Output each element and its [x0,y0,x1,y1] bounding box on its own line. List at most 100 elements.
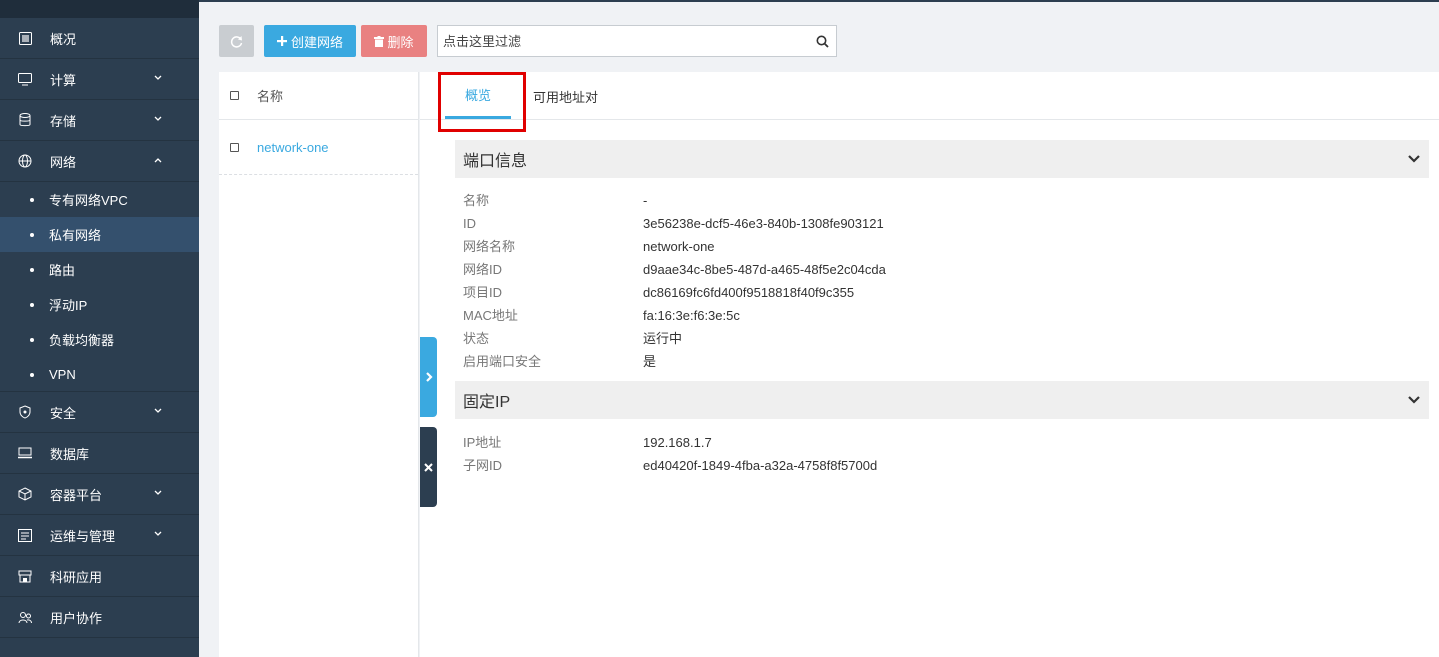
field-key: 启用端口安全 [463,354,542,369]
sidebar-item-security[interactable]: 安全 [0,392,199,433]
field-key: MAC地址 [463,308,518,323]
chevron-up-icon [154,158,162,163]
database-icon [18,113,32,127]
chevron-down-icon [154,116,162,121]
sidebar-item-storage[interactable]: 存储 [0,100,199,141]
top-border [199,0,1439,2]
sidebar-subitem-private-network[interactable]: 私有网络 [0,217,199,252]
sidebar-item-label: 网络 [50,154,77,170]
field-key: ID [463,216,476,231]
bullet [30,198,34,202]
sidebar-item-label: 安全 [50,405,77,421]
sidebar-item-overview[interactable]: 概况 [0,18,199,59]
section-title: 端口信息 [463,153,528,170]
plus-icon [276,36,287,46]
sidebar-item-container[interactable]: 容器平台 [0,474,199,515]
sidebar-subitem-label: 负载均衡器 [49,333,115,348]
sidebar-subitem-label: 专有网络VPC [49,193,128,208]
field-key: IP地址 [463,435,502,450]
sidebar-subitem-router[interactable]: 路由 [0,252,199,287]
section-port-info[interactable]: 端口信息 [455,140,1429,178]
field-value: - [643,193,648,208]
close-panel-button[interactable] [420,427,437,507]
field-value: 是 [643,354,657,369]
field-value: 运行中 [643,331,683,346]
search-icon[interactable] [808,26,836,56]
field-value: fa:16:3e:f6:3e:5c [643,308,740,323]
sidebar-item-label: 科研应用 [50,569,103,585]
sidebar-subitem-label: 浮动IP [49,298,88,313]
field-value: network-one [643,239,715,254]
chevron-down-icon [154,408,162,413]
chevron-down-icon [154,490,162,495]
field-key: 网络名称 [463,239,516,254]
field-value: 192.168.1.7 [643,435,712,450]
bullet [30,338,34,342]
section-title: 固定IP [463,394,511,411]
field-value: dc86169fc6fd400f9518818f40f9c355 [643,285,855,300]
section-fixed-ip[interactable]: 固定IP [455,381,1429,419]
sidebar-subitem-label: VPN [49,366,76,382]
expand-panel-button[interactable] [420,337,437,417]
network-name-link[interactable]: network-one [257,140,329,155]
delete-button[interactable]: 删除 [361,25,427,57]
sidebar-item-label: 计算 [50,72,77,88]
filter-box [437,25,837,57]
sidebar-item-label: 存储 [50,113,77,129]
refresh-icon [230,35,243,48]
field-key: 网络ID [463,262,503,277]
chevron-down-icon [1408,155,1420,163]
sidebar-item-ops[interactable]: 运维与管理 [0,515,199,556]
sidebar-subitem-load-balancer[interactable]: 负载均衡器 [0,322,199,357]
sidebar-item-compute[interactable]: 计算 [0,59,199,100]
chevron-down-icon [1408,396,1420,404]
field-value: ed40420f-1849-4fba-a32a-4758f8f5700d [643,458,878,473]
field-key: 名称 [463,193,490,208]
bullet [30,373,34,377]
list-header: 名称 [219,72,418,120]
users-icon [18,610,32,624]
container-icon [18,487,32,501]
sidebar-subitem-floating-ip[interactable]: 浮动IP [0,287,199,322]
dashboard-icon [18,31,32,45]
sidebar-item-network[interactable]: 网络 [0,141,199,182]
delete-label: 删除 [387,34,414,50]
sidebar-item-research[interactable]: 科研应用 [0,556,199,597]
sidebar-top [0,0,199,18]
sidebar-item-label: 数据库 [50,446,90,462]
sidebar-item-label: 运维与管理 [50,528,116,544]
sidebar-subitem-label: 路由 [49,263,76,278]
sidebar: 概况 计算 存储 网络 专有网络VPC 私有网络 路由 浮动IP 负载均衡器 V… [0,0,199,657]
list-item[interactable]: network-one [219,120,418,175]
tab-address-pairs[interactable]: 可用地址对 [533,72,598,120]
bullet [30,303,34,307]
network-list: 名称 network-one [219,72,419,657]
bullet [30,233,34,237]
sidebar-item-database[interactable]: 数据库 [0,433,199,474]
close-icon [424,462,433,472]
chevron-right-icon [425,372,433,382]
sidebar-item-collab[interactable]: 用户协作 [0,597,199,638]
shield-icon [18,405,32,419]
row-checkbox[interactable] [230,142,239,152]
filter-input[interactable] [438,26,808,56]
refresh-button[interactable] [219,25,254,57]
column-header-name: 名称 [257,89,284,104]
field-value: d9aae34c-8be5-487d-a465-48f5e2c04cda [643,262,886,277]
create-network-label: 创建网络 [290,34,343,50]
sidebar-item-label: 容器平台 [50,487,103,503]
sidebar-subitem-vpn[interactable]: VPN [0,357,199,392]
sidebar-subitem-vpc[interactable]: 专有网络VPC [0,182,199,217]
detail-tabs: 概览 可用地址对 [420,72,1439,120]
create-network-button[interactable]: 创建网络 [264,25,356,57]
store-icon [18,569,32,583]
field-key: 状态 [463,331,490,346]
chevron-down-icon [154,75,162,80]
tab-overview[interactable]: 概览 [445,72,511,119]
bullet [30,268,34,272]
network-icon [18,154,32,168]
select-all-checkbox[interactable] [230,91,239,100]
sidebar-subitem-label: 私有网络 [49,228,102,243]
sidebar-item-label: 概况 [50,31,77,47]
field-key: 项目ID [463,285,503,300]
